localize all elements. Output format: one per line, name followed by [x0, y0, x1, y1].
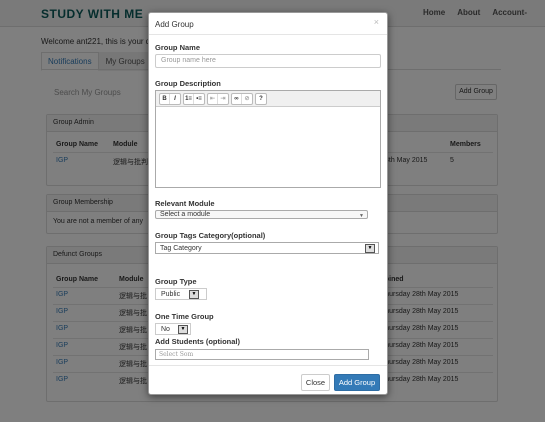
group-name-label: Group Name [155, 43, 201, 52]
indent-icon[interactable]: ⇥ [218, 94, 228, 104]
unordered-list-icon[interactable]: •≡ [194, 94, 204, 104]
relevant-module-value: Select a module [160, 211, 211, 218]
group-description-label: Group Description [155, 79, 221, 88]
outdent-icon[interactable]: ⇤ [208, 93, 218, 104]
group-type-label: Group Type [155, 277, 197, 286]
description-textarea[interactable] [156, 107, 380, 187]
add-group-modal: Add Group × Group Name Group name here G… [148, 12, 388, 395]
modal-header: Add Group × [149, 13, 387, 35]
bold-button[interactable]: B [160, 93, 170, 104]
link-icon[interactable]: ∞ [232, 93, 242, 104]
chevron-down-icon[interactable]: ▼ [178, 325, 188, 334]
italic-button[interactable]: I [170, 94, 180, 104]
relevant-module-label: Relevant Module [155, 199, 215, 208]
description-editor: B I 1≡ •≡ ⇤ ⇥ ∞ ⊘ ? [155, 90, 381, 188]
relevant-module-select[interactable]: Select a module ▼ [155, 210, 368, 219]
editor-toolbar: B I 1≡ •≡ ⇤ ⇥ ∞ ⊘ ? [156, 91, 380, 107]
tags-label: Group Tags Category(optional) [155, 231, 266, 240]
close-icon[interactable]: × [374, 17, 379, 27]
group-type-select[interactable]: Public [155, 288, 207, 300]
one-time-value: No [161, 326, 170, 333]
help-icon[interactable]: ? [256, 94, 266, 104]
tags-value: Tag Category [160, 245, 202, 252]
ordered-list-icon[interactable]: 1≡ [184, 93, 194, 104]
add-group-submit-button[interactable]: Add Group [334, 374, 380, 391]
add-students-input[interactable]: Select Som [155, 349, 369, 360]
group-type-value: Public [161, 291, 181, 298]
group-name-input[interactable]: Group name here [155, 54, 381, 68]
modal-footer: Close Add Group [149, 365, 387, 395]
add-students-label: Add Students (optional) [155, 337, 240, 346]
unlink-icon[interactable]: ⊘ [242, 94, 252, 104]
one-time-label: One Time Group [155, 312, 214, 321]
modal-title: Add Group [155, 20, 194, 29]
chevron-down-icon[interactable]: ▼ [189, 290, 199, 299]
chevron-down-icon[interactable]: ▼ [365, 244, 375, 253]
chevron-down-icon: ▼ [359, 213, 364, 219]
close-button[interactable]: Close [301, 374, 330, 391]
tags-select[interactable]: Tag Category [155, 242, 379, 254]
